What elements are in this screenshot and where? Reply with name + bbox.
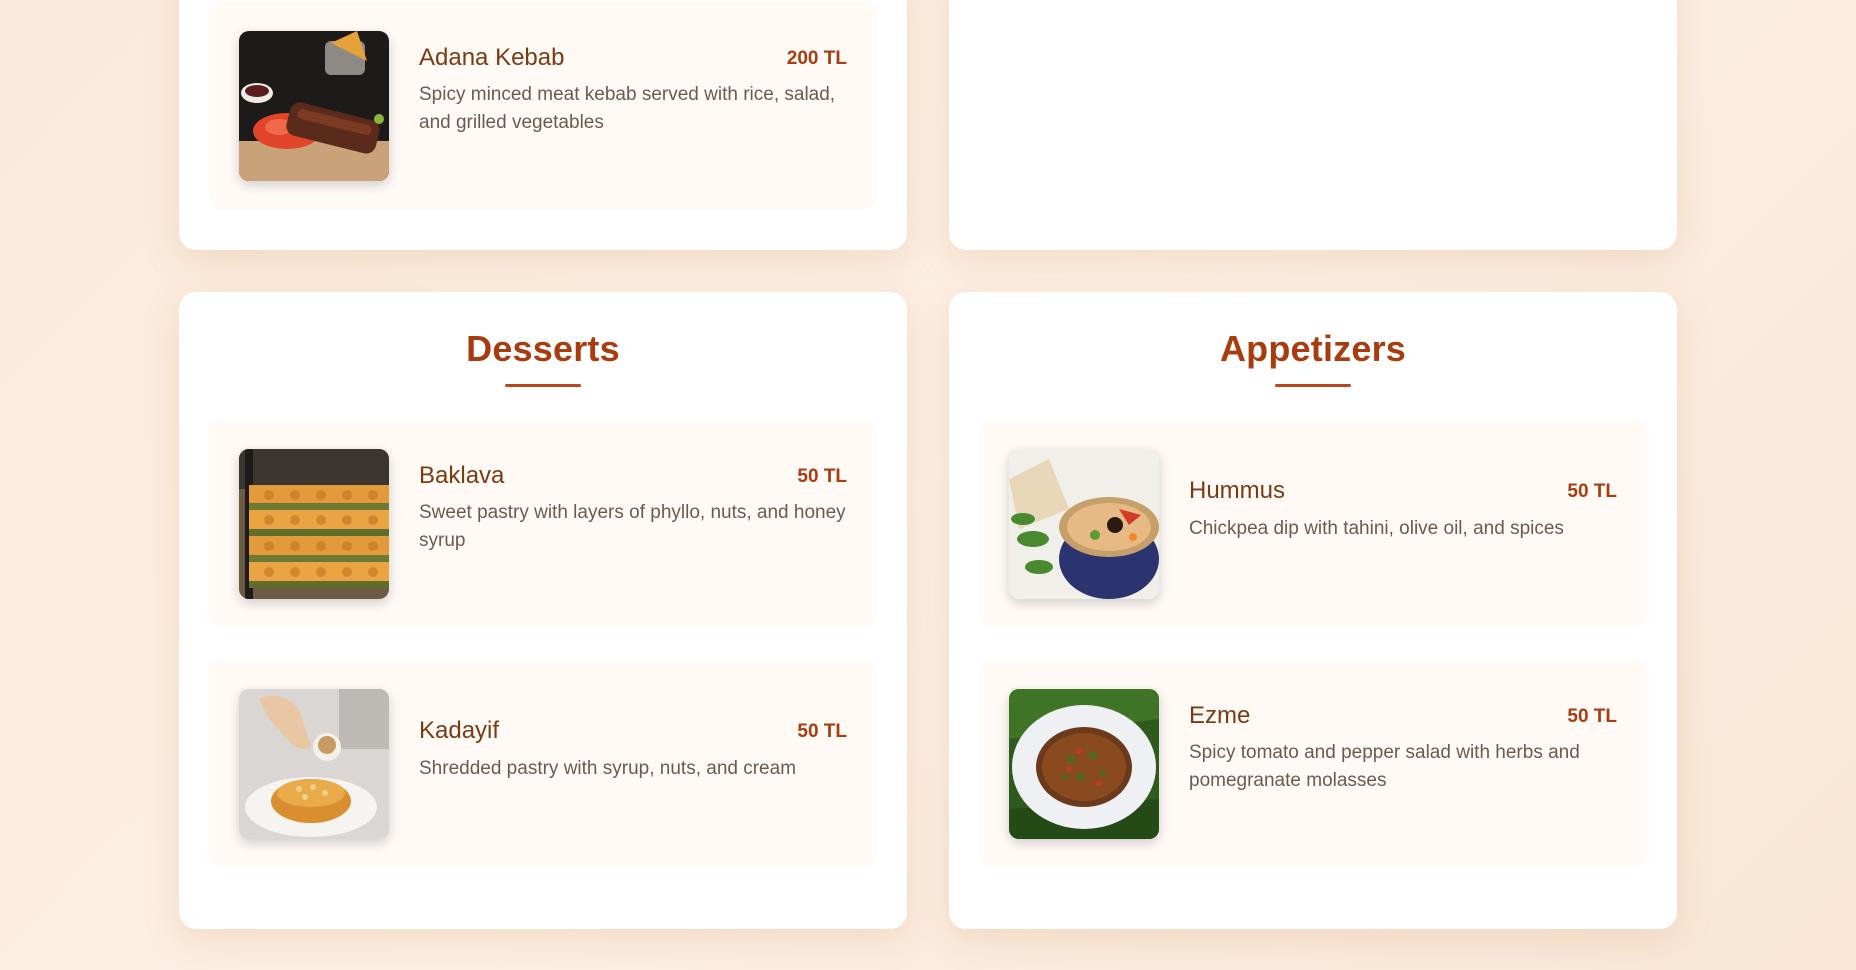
menu-item-baklava[interactable]: Baklava 50 TL Sweet pastry with layers o… [209, 419, 877, 627]
section-title: Desserts [466, 328, 620, 369]
menu-item-adana-kebab[interactable]: Adana Kebab 200 TL Spicy minced meat keb… [209, 1, 877, 209]
kadayif-image [239, 689, 389, 839]
menu-item-hummus[interactable]: Hummus 50 TL Chickpea dip with tahini, o… [979, 419, 1647, 627]
item-name: Ezme [1189, 702, 1251, 729]
menu-section-card-desserts: Desserts Baklava 50 TL Sweet pastry with… [179, 292, 907, 929]
item-description: Spicy minced meat kebab served with rice… [419, 84, 836, 133]
item-name: Adana Kebab [419, 44, 565, 71]
item-description: Shredded pastry with syrup, nuts, and cr… [419, 758, 797, 779]
menu-section-card-empty [949, 0, 1677, 250]
menu-section-card-appetizers: Appetizers Hummus 50 TL Chickpea dip wit… [949, 292, 1677, 929]
ezme-image [1009, 689, 1159, 839]
item-description: Chickpea dip with tahini, olive oil, and… [1189, 518, 1564, 539]
menu-page: Adana Kebab 200 TL Spicy minced meat keb… [0, 0, 1856, 970]
title-underline [505, 384, 581, 387]
section-title: Appetizers [1219, 328, 1407, 369]
item-price: 50 TL [1567, 706, 1617, 727]
item-name: Baklava [419, 462, 505, 489]
menu-section-card-mains: Adana Kebab 200 TL Spicy minced meat keb… [179, 0, 907, 250]
adana-kebab-image [239, 31, 389, 181]
item-description: Sweet pastry with layers of phyllo, nuts… [419, 502, 846, 551]
item-name: Kadayif [419, 717, 500, 744]
item-price: 50 TL [797, 466, 847, 487]
item-price: 50 TL [1567, 481, 1617, 502]
hummus-image [1009, 449, 1159, 599]
title-underline [1275, 384, 1351, 387]
item-description: Spicy tomato and pepper salad with herbs… [1189, 742, 1580, 791]
menu-item-ezme[interactable]: Ezme 50 TL Spicy tomato and pepper salad… [979, 659, 1647, 867]
item-price: 50 TL [797, 721, 847, 742]
menu-item-kadayif[interactable]: Kadayif 50 TL Shredded pastry with syrup… [209, 659, 877, 867]
item-price: 200 TL [786, 48, 847, 69]
baklava-image [239, 449, 389, 599]
item-name: Hummus [1189, 477, 1286, 504]
